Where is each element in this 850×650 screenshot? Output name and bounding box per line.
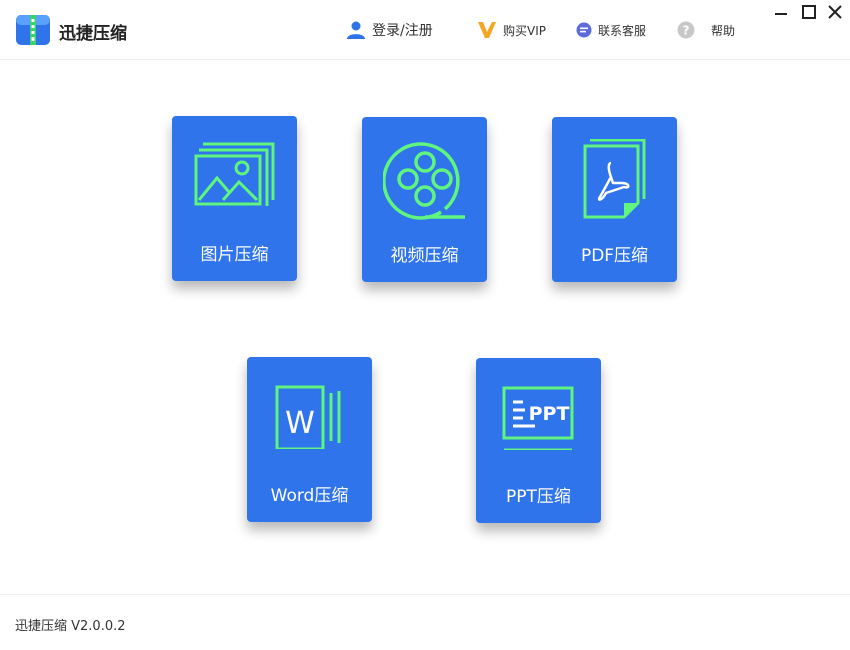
word-icon: W [275, 385, 340, 449]
contact-service-link[interactable]: 联系客服 [576, 20, 646, 40]
chat-bubble-icon [576, 22, 592, 38]
title-bar: 迅捷压缩 登录/注册 购买VIP 联系客服 ? 帮助 [0, 0, 850, 60]
user-icon [347, 21, 365, 39]
version-text: 迅捷压缩 V2.0.0.2 [15, 619, 126, 634]
vip-icon [478, 22, 496, 38]
ppt-compress-tile[interactable]: PPT PPT压缩 [476, 358, 601, 523]
buy-vip-link[interactable]: 购买VIP [477, 20, 546, 40]
footer: 迅捷压缩 V2.0.0.2 [0, 594, 850, 650]
film-reel-icon [382, 142, 465, 220]
pdf-compress-label: PDF压缩 [580, 246, 649, 266]
help-icon: ? [677, 21, 695, 39]
image-compress-tile[interactable]: 图片压缩 [172, 116, 297, 281]
ppt-compress-label: PPT压缩 [506, 487, 571, 507]
app-logo-icon [16, 15, 50, 45]
pdf-icon [583, 139, 645, 219]
help-label: 帮助 [711, 23, 736, 38]
help-link[interactable]: ? 帮助 [677, 20, 735, 40]
word-compress-label: Word压缩 [270, 486, 349, 506]
app-title: 迅捷压缩 [59, 24, 127, 44]
video-compress-label: 视频压缩 [390, 246, 459, 266]
image-icon [194, 142, 274, 206]
ppt-text: PPT [528, 403, 569, 425]
image-compress-label: 图片压缩 [200, 245, 269, 265]
contact-service-label: 联系客服 [598, 23, 647, 38]
video-compress-tile[interactable]: 视频压缩 [362, 117, 487, 282]
word-letter: W [285, 406, 315, 441]
word-compress-tile[interactable]: W Word压缩 [247, 357, 372, 522]
login-register-label: 登录/注册 [372, 23, 433, 39]
maximize-icon[interactable] [800, 3, 818, 21]
pdf-compress-tile[interactable]: PDF压缩 [552, 117, 677, 282]
buy-vip-label: 购买VIP [503, 23, 546, 38]
svg-text:?: ? [683, 24, 690, 38]
minimize-icon[interactable] [772, 3, 790, 21]
close-icon[interactable] [826, 3, 844, 21]
login-register-link[interactable]: 登录/注册 [346, 20, 433, 40]
ppt-icon: PPT [502, 386, 573, 450]
